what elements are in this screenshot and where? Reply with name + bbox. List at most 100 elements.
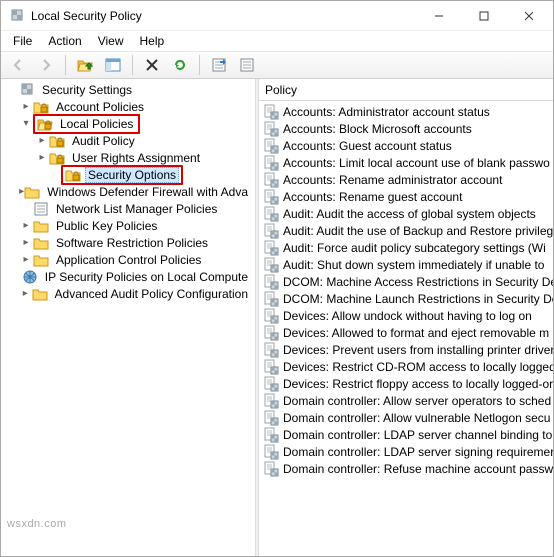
policy-item[interactable]: Domain controller: Allow server operator… <box>259 392 553 409</box>
policy-icon <box>263 427 279 443</box>
content-area: Security Settings ▸ Account Policies ▾ L… <box>1 79 553 556</box>
chevron-right-icon[interactable]: ▸ <box>19 100 33 114</box>
policy-icon <box>263 291 279 307</box>
tree-ipsec[interactable]: IP Security Policies on Local Compute <box>3 268 255 285</box>
tree-acp[interactable]: ▸ Application Control Policies <box>3 251 255 268</box>
tree-user-rights[interactable]: ▸ User Rights Assignment <box>3 149 255 166</box>
tree-pkp[interactable]: ▸ Public Key Policies <box>3 217 255 234</box>
menu-view[interactable]: View <box>90 32 132 50</box>
policy-item[interactable]: Devices: Restrict CD-ROM access to local… <box>259 358 553 375</box>
up-button[interactable] <box>74 54 96 76</box>
chevron-icon <box>19 202 33 216</box>
policy-item[interactable]: Domain controller: Allow vulnerable Netl… <box>259 409 553 426</box>
refresh-button[interactable] <box>169 54 191 76</box>
highlight-security-options: Security Options <box>61 165 183 185</box>
minimize-button[interactable] <box>416 1 461 30</box>
policy-item[interactable]: Audit: Audit the access of global system… <box>259 205 553 222</box>
folder-lock-icon <box>49 133 65 149</box>
maximize-button[interactable] <box>461 1 506 30</box>
list-pane: Policy Accounts: Administrator account s… <box>259 79 553 556</box>
folder-lock-icon <box>49 150 65 166</box>
chevron-right-icon[interactable]: ▸ <box>19 236 33 250</box>
close-button[interactable] <box>506 1 551 30</box>
policy-item[interactable]: Accounts: Limit local account use of bla… <box>259 154 553 171</box>
chevron-right-icon[interactable]: ▸ <box>19 219 33 233</box>
tree-aapc[interactable]: ▸ Advanced Audit Policy Configuration <box>3 285 255 302</box>
tree-local-policies[interactable]: ▾ Local Policies <box>3 115 255 132</box>
policy-label: Audit: Shut down system immediately if u… <box>283 258 544 272</box>
policy-item[interactable]: Accounts: Rename guest account <box>259 188 553 205</box>
toolbar-separator <box>199 55 200 75</box>
tree-audit-policy[interactable]: ▸ Audit Policy <box>3 132 255 149</box>
chevron-icon <box>5 83 19 97</box>
tree-scroll[interactable]: Security Settings ▸ Account Policies ▾ L… <box>1 79 255 556</box>
policy-item[interactable]: Audit: Shut down system immediately if u… <box>259 256 553 273</box>
policy-item[interactable]: DCOM: Machine Access Restrictions in Sec… <box>259 273 553 290</box>
app-icon <box>9 8 25 24</box>
policy-icon <box>263 240 279 256</box>
chevron-right-icon[interactable]: ▸ <box>19 287 32 301</box>
show-hide-tree-button[interactable] <box>102 54 124 76</box>
tree-label: Windows Defender Firewall with Adva <box>44 185 251 199</box>
policy-icon <box>263 206 279 222</box>
policy-label: Devices: Prevent users from installing p… <box>283 343 553 357</box>
policy-item[interactable]: Domain controller: LDAP server channel b… <box>259 426 553 443</box>
policy-label: Devices: Restrict CD-ROM access to local… <box>283 360 553 374</box>
policy-label: Accounts: Administrator account status <box>283 105 490 119</box>
chevron-right-icon[interactable]: ▸ <box>19 253 33 267</box>
tree-security-options[interactable]: Security Options <box>3 166 255 183</box>
back-button[interactable] <box>7 54 29 76</box>
policy-icon <box>263 121 279 137</box>
titlebar: Local Security Policy <box>1 1 553 31</box>
policy-label: Accounts: Rename guest account <box>283 190 462 204</box>
policy-item[interactable]: DCOM: Machine Launch Restrictions in Sec… <box>259 290 553 307</box>
column-header-label: Policy <box>265 83 297 97</box>
chevron-right-icon[interactable]: ▸ <box>35 151 49 165</box>
chevron-down-icon[interactable]: ▾ <box>19 117 33 131</box>
chevron-right-icon[interactable]: ▸ <box>35 134 49 148</box>
policy-item[interactable]: Domain controller: Refuse machine accoun… <box>259 460 553 477</box>
export-list-button[interactable] <box>208 54 230 76</box>
folder-icon <box>24 184 40 200</box>
policy-item[interactable]: Devices: Allowed to format and eject rem… <box>259 324 553 341</box>
policy-item[interactable]: Accounts: Guest account status <box>259 137 553 154</box>
policy-item[interactable]: Devices: Allow undock without having to … <box>259 307 553 324</box>
tree-nlm[interactable]: Network List Manager Policies <box>3 200 255 217</box>
menu-file[interactable]: File <box>5 32 40 50</box>
folder-icon <box>33 218 49 234</box>
list-scroll[interactable]: Accounts: Administrator account statusAc… <box>259 101 553 556</box>
tree-account-policies[interactable]: ▸ Account Policies <box>3 98 255 115</box>
forward-button[interactable] <box>35 54 57 76</box>
policy-item[interactable]: Devices: Restrict floppy access to local… <box>259 375 553 392</box>
policy-item[interactable]: Accounts: Rename administrator account <box>259 171 553 188</box>
properties-button[interactable] <box>236 54 258 76</box>
menu-action[interactable]: Action <box>40 32 89 50</box>
policy-item[interactable]: Accounts: Administrator account status <box>259 103 553 120</box>
policy-item[interactable]: Accounts: Block Microsoft accounts <box>259 120 553 137</box>
policy-label: Devices: Allowed to format and eject rem… <box>283 326 549 340</box>
toolbar-separator <box>65 55 66 75</box>
shield-icon <box>19 82 35 98</box>
policy-item[interactable]: Audit: Force audit policy subcategory se… <box>259 239 553 256</box>
toolbar <box>1 51 553 79</box>
tree-pane: Security Settings ▸ Account Policies ▾ L… <box>1 79 255 556</box>
tree-label: Audit Policy <box>69 134 138 148</box>
policy-item[interactable]: Domain controller: LDAP server signing r… <box>259 443 553 460</box>
policy-label: Domain controller: LDAP server signing r… <box>283 445 553 459</box>
tree-root[interactable]: Security Settings <box>3 81 255 98</box>
menu-help[interactable]: Help <box>132 32 173 50</box>
policy-icon <box>263 444 279 460</box>
tree-srp[interactable]: ▸ Software Restriction Policies <box>3 234 255 251</box>
window-title: Local Security Policy <box>31 9 416 23</box>
policy-icon <box>263 376 279 392</box>
delete-button[interactable] <box>141 54 163 76</box>
policy-icon <box>263 172 279 188</box>
folder-icon <box>32 286 48 302</box>
tree-label: Security Options <box>85 167 179 183</box>
policy-item[interactable]: Devices: Prevent users from installing p… <box>259 341 553 358</box>
tree-label: Application Control Policies <box>53 253 204 267</box>
tree-firewall[interactable]: ▸ Windows Defender Firewall with Adva <box>3 183 255 200</box>
column-header-policy[interactable]: Policy <box>259 79 553 101</box>
tree-label: Software Restriction Policies <box>53 236 211 250</box>
policy-item[interactable]: Audit: Audit the use of Backup and Resto… <box>259 222 553 239</box>
